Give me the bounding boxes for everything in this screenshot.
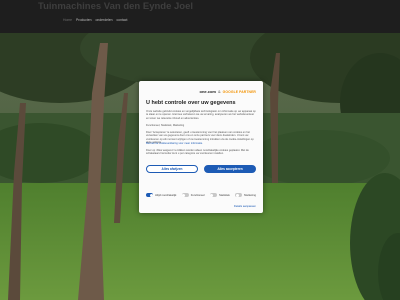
toggle-switch[interactable] [181, 193, 189, 197]
toggle-switch[interactable] [235, 193, 243, 197]
nav-item-contact[interactable]: contact [116, 18, 127, 28]
site-header: Tuinmachines Van den Eynde Joel Home Pro… [0, 0, 400, 33]
toggle-necessary[interactable]: Altijd noodzakelijk [146, 193, 176, 197]
customize-details-link[interactable]: Details aanpassen [234, 205, 256, 208]
details-extra-text[interactable]: Bezoek de cookieverklaring voor meer inf… [146, 142, 256, 145]
toggle-switch[interactable] [209, 193, 217, 197]
brand-name: one.com [199, 89, 216, 94]
toggle-functional[interactable]: Functioneel [181, 193, 205, 197]
accept-all-button[interactable]: Alles accepteren [204, 165, 256, 173]
shrub-right [250, 130, 390, 186]
toggle-statistics[interactable]: Statistiek [209, 193, 230, 197]
toggle-label: Altijd noodzakelijk [155, 193, 177, 197]
toggle-label: Marketing [244, 193, 256, 197]
site-title[interactable]: Tuinmachines Van den Eynde Joel [38, 1, 193, 12]
cookie-consent-dialog: one.com & GOOGLE PARTNER U hebt controle… [139, 81, 263, 213]
dialog-title: U hebt controle over uw gegevens [146, 100, 236, 106]
consent-buttons: Alles afwijzen Alles accepteren [146, 165, 256, 173]
toggle-marketing[interactable]: Marketing [235, 193, 256, 197]
nav-item-producten[interactable]: Producten [76, 18, 91, 28]
nav-item-home[interactable]: Home [63, 18, 72, 28]
partner-badge: GOOGLE PARTNER [222, 89, 256, 94]
consent-toggles: Altijd noodzakelijk Functioneel Statisti… [146, 193, 256, 197]
brand-logo: one.com & GOOGLE PARTNER [200, 89, 257, 94]
toggle-switch[interactable] [146, 193, 153, 197]
categories-text: Functioneel, Statistiek, Marketing [146, 124, 185, 127]
toggle-label: Functioneel [190, 193, 205, 197]
toggle-label: Statistiek [218, 193, 230, 197]
main-nav: Home Producten onderdelen contact [63, 18, 127, 28]
reject-all-button[interactable]: Alles afwijzen [146, 165, 198, 173]
intro-text: Onze website gebruikt cookies en vergeli… [146, 110, 256, 120]
nav-item-onderdelen[interactable]: onderdelen [96, 18, 113, 28]
controls-note: Door op 'Alles weigeren' te klikken word… [146, 149, 249, 156]
brand-separator: & [217, 89, 221, 94]
